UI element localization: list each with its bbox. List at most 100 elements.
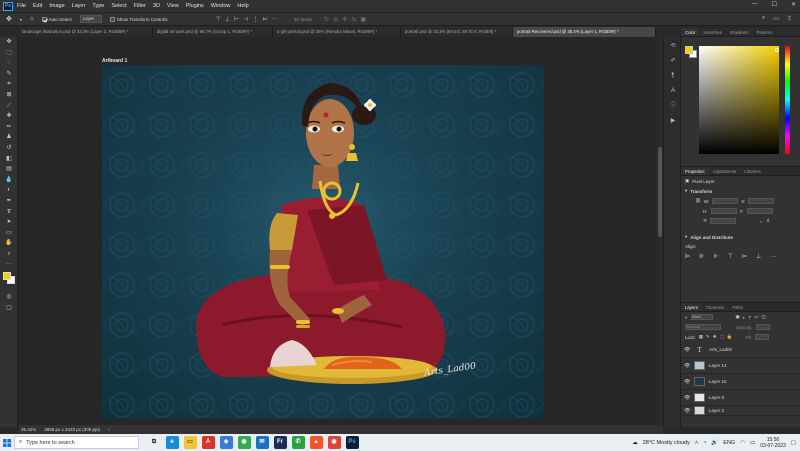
lock-artboard-icon[interactable]: ⬚ xyxy=(720,334,724,340)
tab-girl-portrait[interactable]: a girl portrait.psd @ 25% (Renuka Nikam,… xyxy=(273,27,401,37)
align-right-edges-icon[interactable]: ⊩ xyxy=(713,253,718,260)
hue-slider[interactable] xyxy=(785,46,790,154)
home-icon[interactable]: ⌂ xyxy=(30,16,34,22)
visibility-eye-icon[interactable]: 👁 xyxy=(684,408,690,414)
visibility-eye-icon[interactable]: 👁 xyxy=(684,379,690,385)
tab-properties[interactable]: Properties xyxy=(681,167,709,175)
align-left-edges-icon[interactable]: ⊫ xyxy=(685,253,690,260)
taskbar-app-task-view[interactable]: ⧉ xyxy=(147,436,161,449)
taskbar-app-mail[interactable]: ✉ xyxy=(255,436,269,449)
zoom-level[interactable]: 35.42% xyxy=(21,425,36,434)
menu-window[interactable]: Window xyxy=(211,3,231,9)
brush-settings-icon[interactable]: ✐ xyxy=(665,55,681,67)
screen-mode-icon[interactable]: ▢ xyxy=(0,303,18,314)
close-button[interactable]: ✕ xyxy=(791,1,796,8)
align-right-icon[interactable]: ⊨ xyxy=(263,16,268,23)
tab-portrait[interactable]: portrait.psd @ 33.3% (BASIC SKTCH, RGB/8… xyxy=(401,27,513,37)
fill-field[interactable] xyxy=(755,334,770,340)
scrollbar-thumb[interactable] xyxy=(658,147,662,237)
taskbar-app-pdf[interactable]: A xyxy=(201,436,215,449)
align-v-centers-icon[interactable]: ⊨ xyxy=(742,253,747,260)
tab-landscape[interactable]: landscape illustration.psd @ 33.3% (Laye… xyxy=(18,27,153,37)
filter-smart-icon[interactable]: ◫ xyxy=(762,314,766,320)
layer-row[interactable]: 👁 T Arts_Lad00 xyxy=(681,342,800,358)
align-bottom-edges-icon[interactable]: ⊥ xyxy=(756,253,761,260)
weather-icon[interactable]: ☁ xyxy=(632,440,638,446)
move-tool-icon[interactable]: ✥ xyxy=(6,15,12,23)
history-panel-icon[interactable]: ⟲ xyxy=(665,40,681,52)
height-field[interactable] xyxy=(710,208,737,214)
width-field[interactable] xyxy=(712,198,739,204)
lock-position-icon[interactable]: ✥ xyxy=(713,334,717,340)
quick-select-tool-icon[interactable]: ✎ xyxy=(0,69,18,80)
tab-patterns[interactable]: Patterns xyxy=(753,28,777,36)
taskbar-app-brave[interactable]: ▲ xyxy=(309,436,323,449)
visibility-eye-icon[interactable]: 👁 xyxy=(684,347,690,353)
eyedropper-tool-icon[interactable]: ⟋ xyxy=(0,101,18,112)
notifications-icon[interactable]: ▢ xyxy=(791,440,796,446)
fg-color-chip[interactable] xyxy=(685,46,693,54)
network-icon[interactable]: ◔ xyxy=(703,440,706,446)
menu-edit[interactable]: Edit xyxy=(33,3,42,9)
more-align-icon[interactable]: ··· xyxy=(770,254,776,260)
taskbar-app-photos[interactable]: ◈ xyxy=(219,436,233,449)
menu-plugins[interactable]: Plugins xyxy=(186,3,204,9)
flip-vertical-icon[interactable]: ⇕ xyxy=(766,218,770,224)
zoom-tool-icon[interactable]: ⌕ xyxy=(0,249,18,260)
taskbar-app-phone[interactable]: ✆ xyxy=(291,436,305,449)
shape-tool-icon[interactable]: ▭ xyxy=(0,228,18,239)
stamp-tool-icon[interactable]: ♟ xyxy=(0,132,18,143)
brush-tool-icon[interactable]: ✏ xyxy=(0,122,18,133)
layer-filter-dropdown[interactable]: Kind xyxy=(690,314,713,320)
move-tool-icon[interactable]: ✥ xyxy=(0,37,18,48)
menu-help[interactable]: Help xyxy=(237,3,248,9)
flip-horizontal-icon[interactable]: ⇔ xyxy=(759,219,764,224)
tab-gradients[interactable]: Gradients xyxy=(726,28,753,36)
align-left-icon[interactable]: ⊣ xyxy=(243,16,248,23)
color-picker-field[interactable] xyxy=(699,46,779,154)
menu-type[interactable]: Type xyxy=(92,3,104,9)
crop-tool-icon[interactable]: ⌗ xyxy=(0,79,18,90)
link-icon[interactable]: ⛓ xyxy=(695,198,701,204)
start-button[interactable] xyxy=(0,434,14,451)
character-icon[interactable]: A xyxy=(665,85,681,97)
taskbar-app-fresco[interactable]: Fr xyxy=(273,436,287,449)
align-h-centers-icon[interactable]: ⊪ xyxy=(699,253,704,260)
menu-filter[interactable]: Filter xyxy=(134,3,146,9)
3d-slide-icon[interactable]: ⇆ xyxy=(351,16,356,23)
align-header[interactable]: ▾ Align and Distribute xyxy=(681,232,800,242)
quick-mask-icon[interactable]: ◎ xyxy=(0,292,18,303)
show-transform-checkbox[interactable]: Show Transform Controls xyxy=(109,16,168,22)
taskbar-app-files[interactable]: ▭ xyxy=(183,436,197,449)
type-tool-icon[interactable]: T xyxy=(0,207,18,218)
foreground-color-swatch[interactable] xyxy=(3,272,11,281)
info-panel-icon[interactable]: ⓘ xyxy=(665,100,681,112)
taskbar-app-chrome2[interactable]: ◉ xyxy=(327,436,341,449)
filter-type-icon[interactable]: T xyxy=(749,315,752,320)
menu-view[interactable]: View xyxy=(167,3,179,9)
tab-adjustments[interactable]: Adjustments xyxy=(709,167,741,175)
lock-transparent-icon[interactable]: ▦ xyxy=(699,334,703,340)
auto-select-checkbox[interactable]: Auto-Select xyxy=(41,16,72,22)
tab-color[interactable]: Color xyxy=(681,28,700,36)
marquee-tool-icon[interactable]: ⬚ xyxy=(0,48,18,59)
y-field[interactable] xyxy=(746,208,773,214)
layer-row[interactable]: 👁 Layer 2 xyxy=(681,406,800,416)
x-field[interactable] xyxy=(748,198,775,204)
taskbar-app-chrome[interactable]: ◉ xyxy=(237,436,251,449)
menu-file[interactable]: File xyxy=(17,3,26,9)
chevron-up-icon[interactable]: ˄ xyxy=(695,440,698,446)
taskbar-app-edge[interactable]: e xyxy=(165,436,179,449)
align-middle-icon[interactable]: ⊥ xyxy=(225,16,230,23)
align-top-icon[interactable]: ⊤ xyxy=(216,16,221,23)
align-bottom-icon[interactable]: ⊢ xyxy=(234,16,239,23)
auto-select-target-dropdown[interactable]: Layer xyxy=(79,15,102,23)
artboard[interactable]: Arts_Lad00 xyxy=(102,65,544,419)
frame-tool-icon[interactable]: ⊠ xyxy=(0,90,18,101)
tab-swatches[interactable]: Swatches xyxy=(699,28,726,36)
3d-roll-icon[interactable]: ◎ xyxy=(333,16,338,23)
filter-adjust-icon[interactable]: ◐ xyxy=(743,315,746,320)
workspace-icon[interactable]: ▭ xyxy=(773,15,779,22)
3d-camera-icon[interactable]: ▣ xyxy=(360,16,366,23)
lock-all-icon[interactable]: 🔒 xyxy=(727,334,733,340)
